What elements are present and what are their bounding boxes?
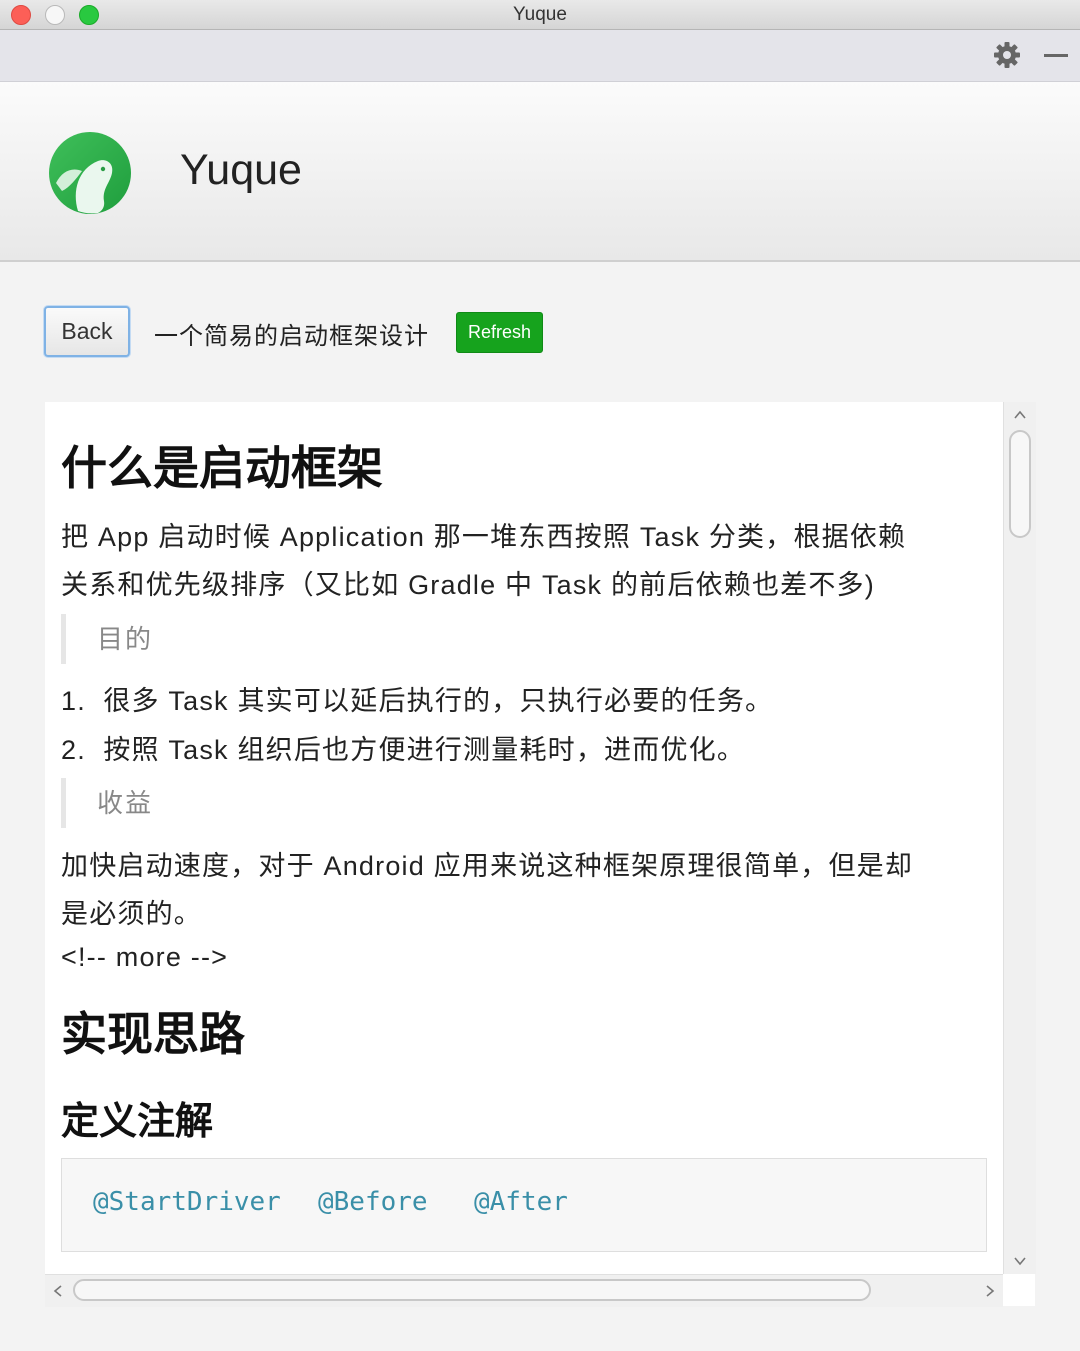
- list-item: 1. 很多 Task 其实可以延后执行的，只执行必要的任务。: [61, 679, 773, 718]
- html-comment-text: <!-- more -->: [61, 942, 229, 972]
- scroll-down-arrow-icon[interactable]: [1013, 1254, 1027, 1268]
- minus-icon[interactable]: [1044, 54, 1068, 57]
- blockquote-benefit: 收益: [61, 778, 153, 828]
- code-token: @After: [474, 1187, 568, 1217]
- app-name: Yuque: [180, 146, 302, 194]
- code-token: @Before: [318, 1187, 428, 1217]
- blockquote-purpose: 目的: [61, 614, 153, 664]
- paragraph-line: 加快启动速度，对于 Android 应用来说这种框架原理很简单，但是却: [61, 851, 914, 881]
- vertical-scroll-thumb[interactable]: [1009, 430, 1031, 538]
- heading-implementation: 实现思路: [61, 1008, 245, 1060]
- scroll-left-arrow-icon[interactable]: [51, 1284, 65, 1298]
- article-view[interactable]: 什么是启动框架 把 App 启动时候 Application 那一堆东西按照 T…: [45, 402, 1003, 1274]
- scrollbar-corner: [1003, 1274, 1035, 1306]
- refresh-button[interactable]: Refresh: [456, 312, 543, 353]
- list-number: 1.: [61, 686, 86, 716]
- paragraph-line: 关系和优先级排序（又比如 Gradle 中 Task 的前后依赖也差不多): [61, 570, 875, 600]
- gear-icon[interactable]: [993, 41, 1021, 69]
- back-button[interactable]: Back: [44, 306, 130, 357]
- toolbar: [0, 30, 1080, 82]
- paragraph-line: 是必须的。: [61, 899, 202, 929]
- document-title: 一个简易的启动框架设计: [154, 323, 429, 350]
- horizontal-scroll-thumb[interactable]: [73, 1279, 871, 1301]
- paragraph-line: 把 App 启动时候 Application 那一堆东西按照 Task 分类，根…: [61, 522, 907, 552]
- heading-define-annotations: 定义注解: [61, 1101, 214, 1143]
- app-window: Yuque Yuque Back 一个简易的启动框架设计 Refresh 什么是…: [0, 0, 1080, 1351]
- title-bar[interactable]: Yuque: [0, 0, 1080, 30]
- list-number: 2.: [61, 735, 86, 765]
- code-block: @StartDriver @Before @After: [61, 1158, 987, 1252]
- list-item: 2. 按照 Task 组织后也方便进行测量耗时，进而优化。: [61, 728, 745, 767]
- horizontal-scrollbar[interactable]: [45, 1274, 1003, 1307]
- window-title: Yuque: [513, 4, 567, 25]
- code-token: @StartDriver: [93, 1187, 281, 1217]
- list-text: 很多 Task 其实可以延后执行的，只执行必要的任务。: [103, 686, 774, 716]
- yuque-logo-icon: [49, 132, 131, 214]
- heading-what-is-startup-framework: 什么是启动框架: [61, 442, 383, 494]
- scroll-up-arrow-icon[interactable]: [1013, 408, 1027, 422]
- scroll-right-arrow-icon[interactable]: [983, 1284, 997, 1298]
- vertical-scrollbar[interactable]: [1003, 402, 1036, 1274]
- app-header: Yuque: [0, 82, 1080, 262]
- list-text: 按照 Task 组织后也方便进行测量耗时，进而优化。: [103, 735, 746, 765]
